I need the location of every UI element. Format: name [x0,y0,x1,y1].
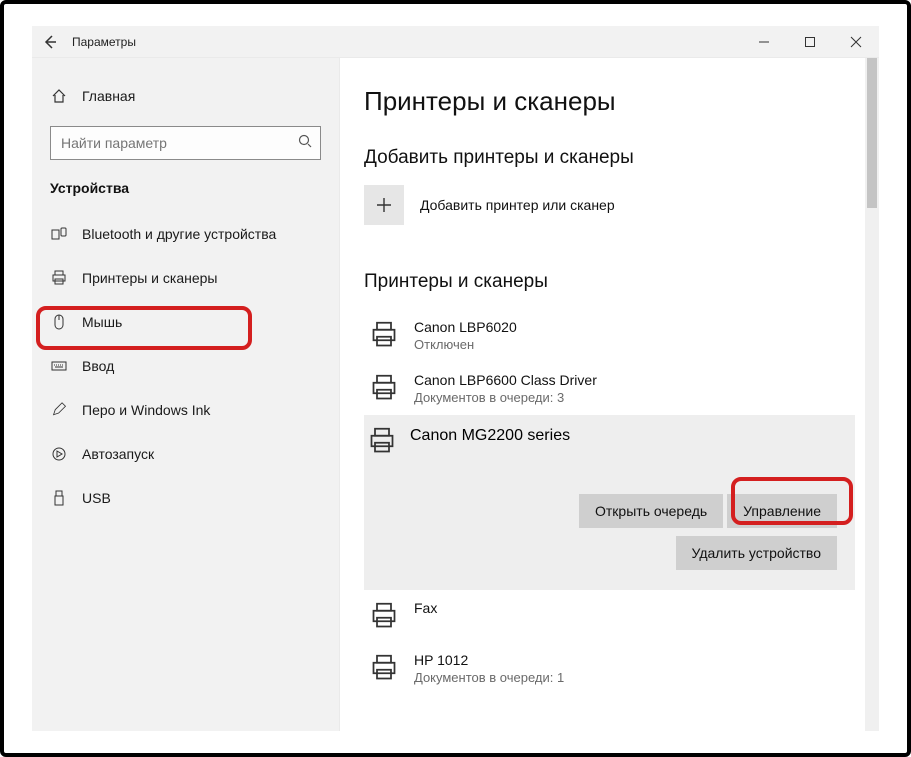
add-printer-row[interactable]: Добавить принтер или сканер [364,185,865,225]
printer-list: Canon LBP6020 Отключен Canon LBP6600 Cla… [364,309,865,695]
window-title: Параметры [68,35,136,49]
printer-status: Документов в очереди: 1 [414,670,564,685]
printer-name: HP 1012 [414,652,564,668]
usb-icon [50,490,68,506]
arrow-left-icon [43,35,57,49]
printer-icon [368,427,396,460]
sidebar-item-label: USB [82,490,111,506]
sidebar-item-label: Ввод [82,358,114,374]
plus-icon [376,197,392,213]
sidebar-item-label: Мышь [82,314,122,330]
add-label: Добавить принтер или сканер [420,197,615,213]
mouse-icon [50,314,68,330]
sidebar-item-label: Bluetooth и другие устройства [82,226,276,242]
sidebar-item-bluetooth[interactable]: Bluetooth и другие устройства [32,212,339,256]
sidebar-item-printers[interactable]: Принтеры и сканеры [32,256,339,300]
home-nav[interactable]: Главная [32,80,339,112]
titlebar: Параметры [32,26,879,58]
sidebar-nav: Bluetooth и другие устройства Принтеры и… [32,212,339,520]
search-field[interactable] [61,135,298,151]
printer-status: Документов в очереди: 3 [414,390,597,405]
main-content: Принтеры и сканеры Добавить принтеры и с… [340,58,879,731]
remove-device-button[interactable]: Удалить устройство [676,536,837,570]
sidebar: Главная Устройства Bluetooth и другие ус… [32,58,340,731]
printer-name: Canon MG2200 series [410,427,570,444]
printer-item[interactable]: Canon LBP6600 Class Driver Документов в … [364,362,865,415]
add-section-title: Добавить принтеры и сканеры [364,147,865,169]
printer-icon [368,372,400,404]
printer-name: Fax [414,600,437,616]
close-button[interactable] [833,26,879,58]
printer-icon [368,319,400,351]
printer-icon [50,270,68,286]
add-button[interactable] [364,185,404,225]
printer-item[interactable]: HP 1012 Документов в очереди: 1 [364,642,865,695]
autoplay-icon [50,446,68,462]
window-controls [741,26,879,58]
devices-icon [50,226,68,242]
sidebar-item-mouse[interactable]: Мышь [32,300,339,344]
search-icon [298,134,312,153]
back-button[interactable] [32,35,68,49]
sidebar-item-label: Принтеры и сканеры [82,270,217,286]
search-input[interactable] [50,126,321,160]
manage-button[interactable]: Управление [727,494,837,528]
sidebar-item-pen[interactable]: Перо и Windows Ink [32,388,339,432]
printer-icon [368,600,400,632]
scrollbar-thumb[interactable] [867,58,877,208]
list-title: Принтеры и сканеры [364,271,865,293]
printer-item-selected[interactable]: Canon MG2200 series Открыть очередь Упра… [364,415,855,590]
page-title: Принтеры и сканеры [364,86,865,117]
pen-icon [50,402,68,418]
sidebar-item-autoplay[interactable]: Автозапуск [32,432,339,476]
sidebar-item-usb[interactable]: USB [32,476,339,520]
printer-icon [368,652,400,684]
minimize-button[interactable] [741,26,787,58]
open-queue-button[interactable]: Открыть очередь [579,494,723,528]
scrollbar[interactable] [865,58,879,731]
sidebar-item-label: Перо и Windows Ink [82,402,210,418]
printer-item[interactable]: Fax [364,590,865,642]
printer-name: Canon LBP6020 [414,319,517,335]
sidebar-item-typing[interactable]: Ввод [32,344,339,388]
home-label: Главная [82,88,135,104]
maximize-button[interactable] [787,26,833,58]
sidebar-item-label: Автозапуск [82,446,154,462]
section-title: Устройства [32,180,339,212]
keyboard-icon [50,358,68,374]
printer-status: Отключен [414,337,517,352]
printer-item[interactable]: Canon LBP6020 Отключен [364,309,865,362]
printer-name: Canon LBP6600 Class Driver [414,372,597,388]
home-icon [50,88,68,104]
